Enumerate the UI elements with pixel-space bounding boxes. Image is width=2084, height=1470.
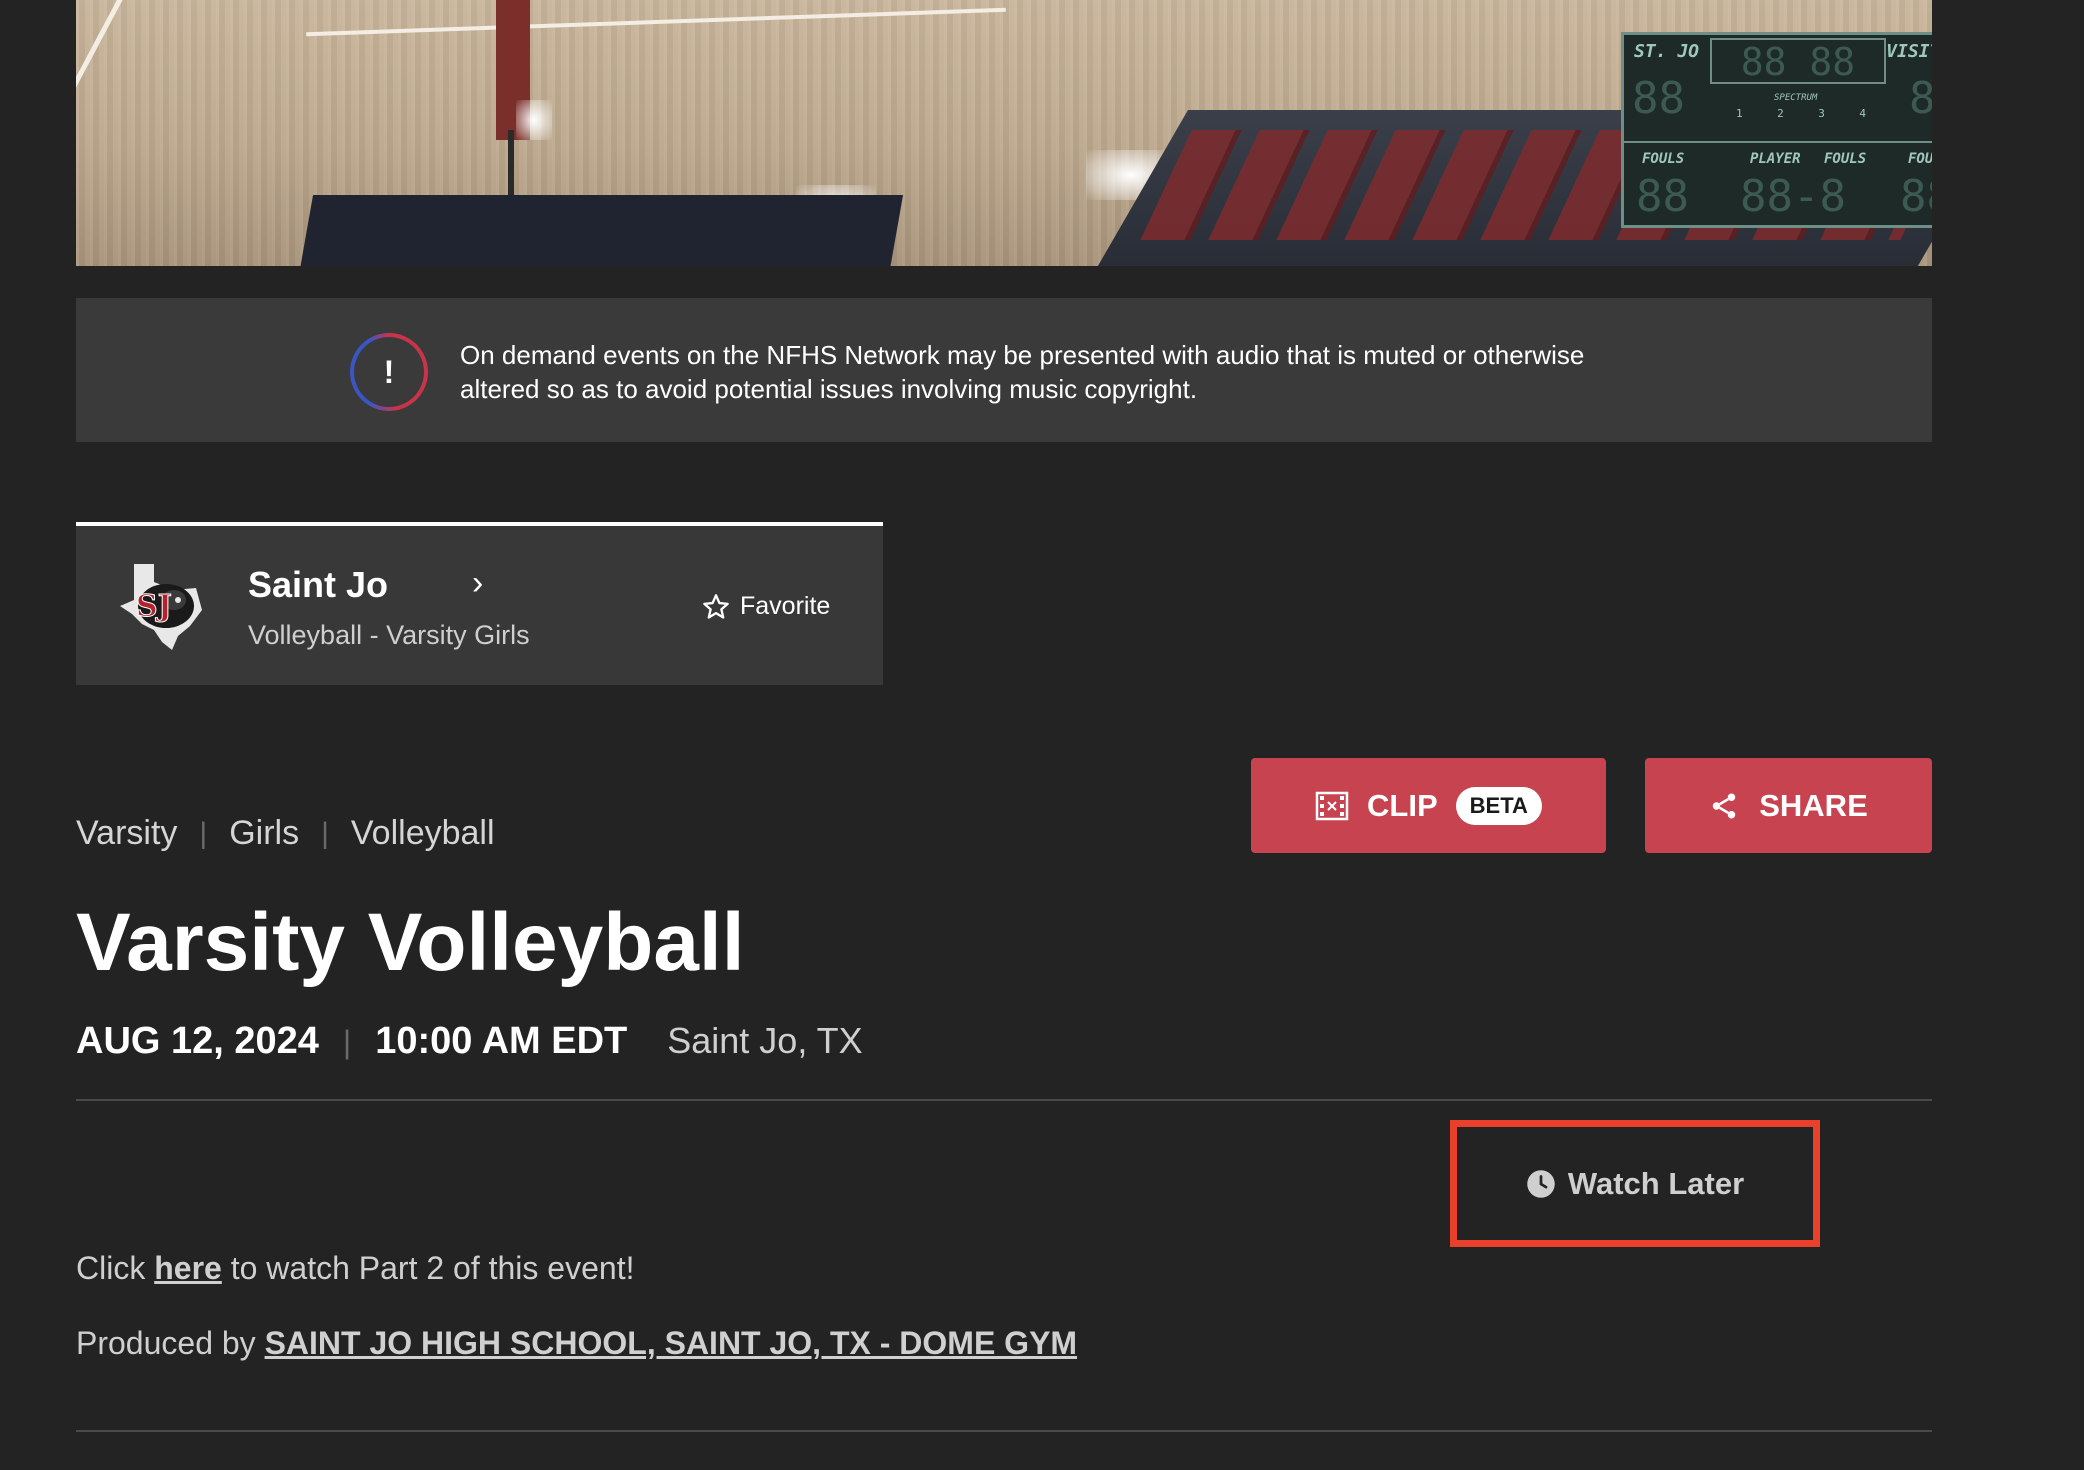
tag-level[interactable]: Varsity: [76, 814, 177, 853]
event-dateline: AUG 12, 2024 | 10:00 AM EDT Saint Jo, TX: [76, 1020, 863, 1063]
star-icon: [703, 593, 729, 619]
video-player[interactable]: ST. JO VISITOR 88 88 SPECTRUM 1 2 3 4 88…: [76, 0, 1932, 266]
watch-later-button[interactable]: Watch Later: [1450, 1120, 1820, 1247]
team-subtitle: Volleyball - Varsity Girls: [248, 620, 530, 650]
scoreboard-visitor-score: 88: [1909, 73, 1932, 124]
event-time: 10:00 AM EDT: [375, 1020, 628, 1062]
tag-separator: |: [199, 816, 208, 850]
produced-by-text: Produced by SAINT JO HIGH SCHOOL, SAINT …: [76, 1325, 1077, 1362]
divider: [76, 1099, 1932, 1101]
event-title: Varsity Volleyball: [76, 897, 745, 988]
event-date: AUG 12, 2024: [76, 1020, 319, 1062]
scoreboard-home-label: ST. JO: [1634, 41, 1700, 62]
scoreboard-fouls-label: FOULS: [1642, 151, 1685, 167]
share-button[interactable]: SHARE: [1645, 758, 1932, 853]
clock-icon: [1527, 1169, 1555, 1198]
clip-label: CLIP: [1367, 787, 1438, 823]
tag-separator: |: [321, 816, 329, 850]
scoreboard-fouls-label: FOULS: [1908, 151, 1932, 167]
scoreboard-player-label: PLAYER: [1750, 151, 1801, 167]
favorite-button[interactable]: Favorite: [702, 592, 830, 621]
part2-text: Click here to watch Part 2 of this event…: [76, 1250, 634, 1287]
exclamation-icon: !: [350, 333, 428, 411]
part2-prefix: Click: [76, 1250, 155, 1286]
date-separator: |: [342, 1024, 352, 1060]
svg-text:SJ: SJ: [136, 589, 172, 624]
scoreboard-clock: 88 88: [1710, 38, 1886, 84]
beta-badge: BETA: [1455, 786, 1542, 825]
period-indicator: 3: [1818, 107, 1825, 120]
team-card[interactable]: SJ Saint Jo › Volleyball - Varsity Girls…: [76, 522, 883, 685]
divider: [76, 1430, 1932, 1432]
notice-text: On demand events on the NFHS Network may…: [460, 340, 1585, 404]
light-glare: [516, 100, 552, 140]
scoreboard-fouls-label: FOULS: [1824, 151, 1867, 167]
team-name[interactable]: Saint Jo: [248, 564, 388, 606]
scoreboard: ST. JO VISITOR 88 88 SPECTRUM 1 2 3 4 88…: [1621, 32, 1932, 228]
film-clip-icon: [1315, 791, 1349, 820]
period-indicator: 2: [1777, 107, 1784, 120]
event-tags: Varsity | Girls | Volleyball: [76, 814, 495, 853]
floor-mat: [298, 195, 904, 266]
produced-prefix: Produced by: [76, 1325, 265, 1361]
tag-sport[interactable]: Volleyball: [351, 814, 495, 853]
tag-gender[interactable]: Girls: [229, 814, 299, 853]
watch-later-label: Watch Later: [1567, 1165, 1745, 1201]
producer-link[interactable]: SAINT JO HIGH SCHOOL, SAINT JO, TX - DOM…: [265, 1325, 1078, 1361]
share-icon: [1712, 793, 1736, 818]
period-indicator: 4: [1859, 107, 1866, 120]
part2-link[interactable]: here: [154, 1250, 222, 1286]
period-indicator: 1: [1736, 107, 1743, 120]
scoreboard-brand: SPECTRUM: [1774, 93, 1818, 103]
clip-button[interactable]: CLIP BETA: [1251, 758, 1606, 853]
scoreboard-periods: 1 2 3 4: [1736, 107, 1866, 120]
favorite-label: Favorite: [740, 592, 831, 620]
chevron-right-icon[interactable]: ›: [472, 564, 483, 603]
event-location: Saint Jo, TX: [667, 1020, 863, 1061]
scoreboard-divider: [1624, 141, 1932, 143]
audio-notice-banner: ! On demand events on the NFHS Network m…: [76, 298, 1932, 442]
scoreboard-visitor-label: VISITOR: [1886, 41, 1932, 62]
scoreboard-home-score: 88: [1632, 73, 1685, 124]
part2-suffix: to watch Part 2 of this event!: [221, 1250, 635, 1286]
share-label: SHARE: [1759, 787, 1868, 823]
saint-jo-logo: SJ: [120, 564, 202, 650]
